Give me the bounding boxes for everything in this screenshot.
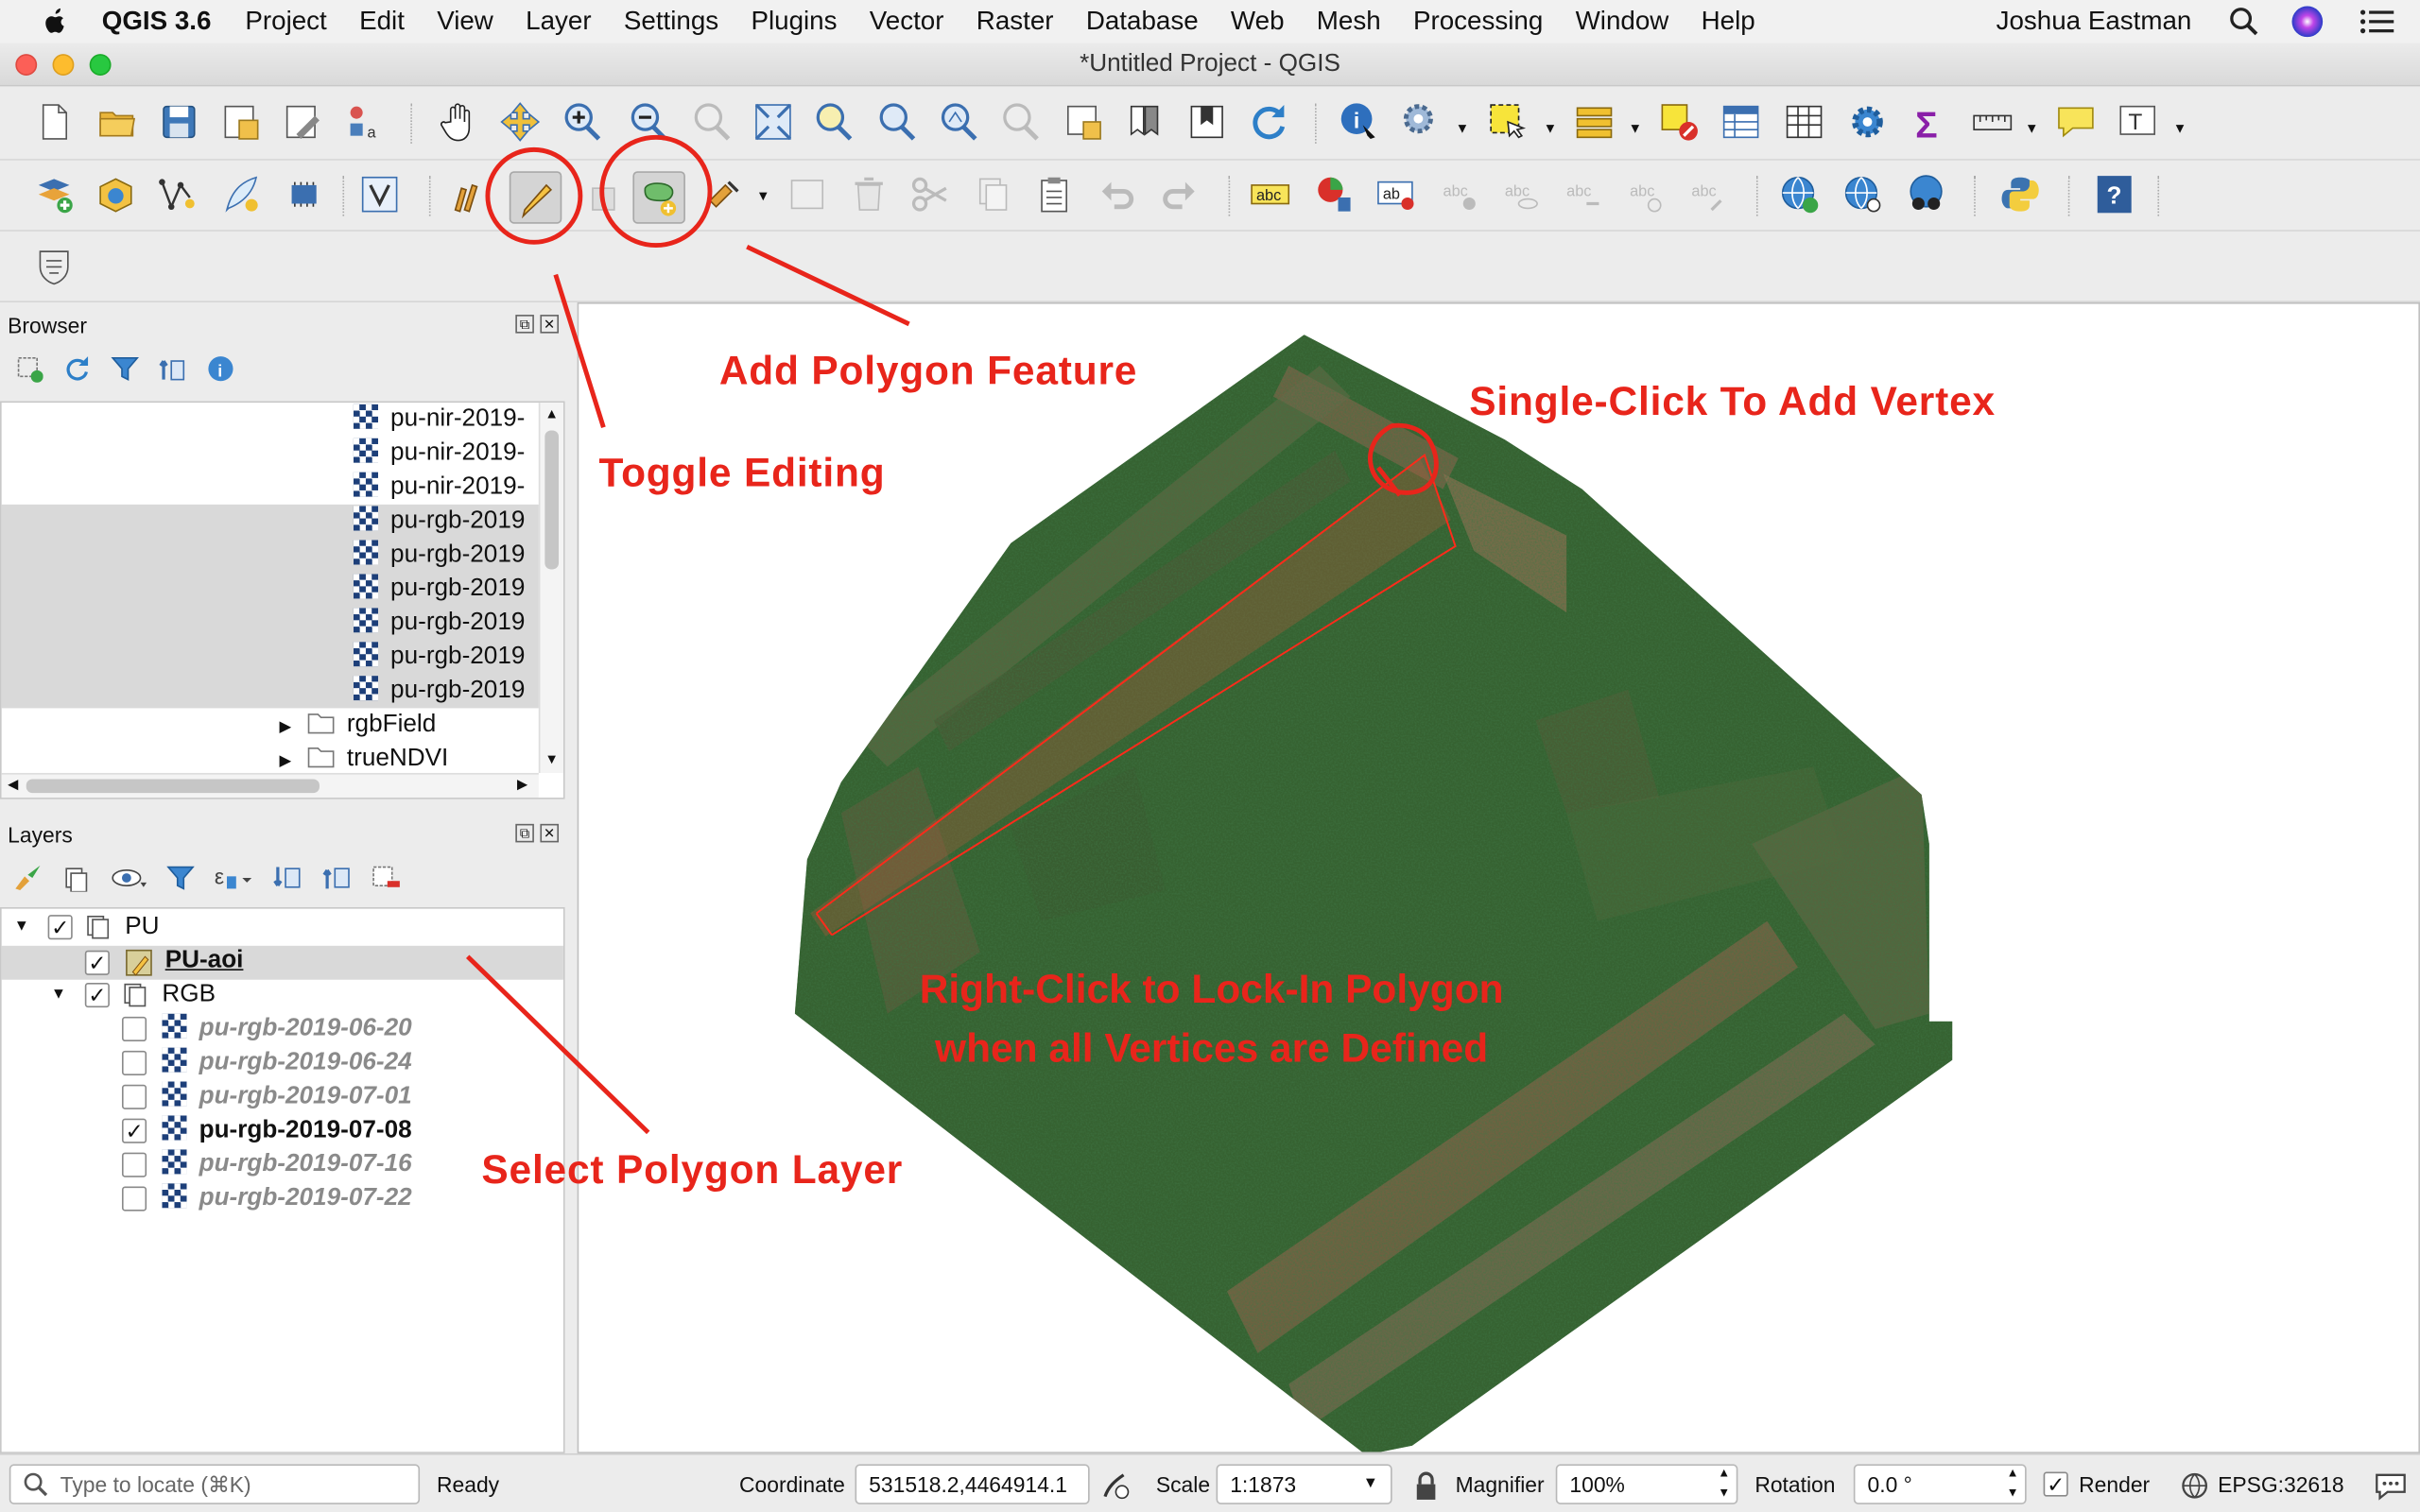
mouse-toggle-icon[interactable] [1098, 1469, 1132, 1503]
globe-icon[interactable] [2181, 1472, 2208, 1500]
annotation-right-click-line2: when all Vertices are Defined [935, 1024, 1489, 1072]
locator-search[interactable]: Type to locate (⌘K) [9, 1464, 421, 1504]
annotation-toggle-editing: Toggle Editing [598, 449, 886, 496]
magnifier-spinbox[interactable]: 100% ▲ ▼ [1555, 1463, 1738, 1504]
scale-value: 1:1873 [1230, 1471, 1297, 1497]
annotation-right-click-line1: Right-Click to Lock-In Polygon [919, 966, 1504, 1013]
scale-label: Scale [1155, 1471, 1211, 1497]
rotation-label: Rotation [1754, 1471, 1836, 1497]
chevron-down-icon[interactable]: ▼ [1363, 1466, 1378, 1503]
magnifier-value: 100% [1569, 1471, 1625, 1497]
render-label: Render [2079, 1471, 2151, 1497]
locator-placeholder: Type to locate (⌘K) [60, 1471, 251, 1497]
annotation-add-polygon: Add Polygon Feature [718, 347, 1138, 394]
spinner-arrows-icon[interactable]: ▲ ▼ [2007, 1463, 2019, 1503]
messages-icon[interactable] [2374, 1470, 2408, 1502]
lock-icon[interactable] [1412, 1470, 1440, 1502]
magnifier-label: Magnifier [1455, 1471, 1545, 1497]
status-bar: Type to locate (⌘K) Ready Coordinate 531… [0, 1452, 2420, 1512]
coordinate-field[interactable]: 531518.2,4464914.1 [855, 1464, 1090, 1504]
screen: QGIS 3.6 Project Edit View Layer Setting… [0, 0, 2420, 1512]
rotation-spinbox[interactable]: 0.0 ° ▲ ▼ [1853, 1463, 2027, 1504]
render-checkbox[interactable]: ✓ [2043, 1471, 2068, 1497]
coordinate-label: Coordinate [739, 1471, 845, 1497]
annotation-select-layer: Select Polygon Layer [481, 1146, 904, 1194]
annotation-overlay [465, 134, 910, 1135]
annotation-right-click: Right-Click to Lock-In Polygon when all … [910, 960, 1512, 1077]
crs-label[interactable]: EPSG:32618 [2218, 1455, 2343, 1512]
rotation-value: 0.0 ° [1867, 1471, 1912, 1497]
search-icon [24, 1472, 48, 1497]
annotation-single-click: Single-Click To Add Vertex [1469, 377, 1996, 424]
spinner-arrows-icon[interactable]: ▲ ▼ [1718, 1463, 1730, 1503]
status-message: Ready [437, 1471, 500, 1497]
scale-combobox[interactable]: 1:1873 ▼ [1216, 1464, 1392, 1504]
